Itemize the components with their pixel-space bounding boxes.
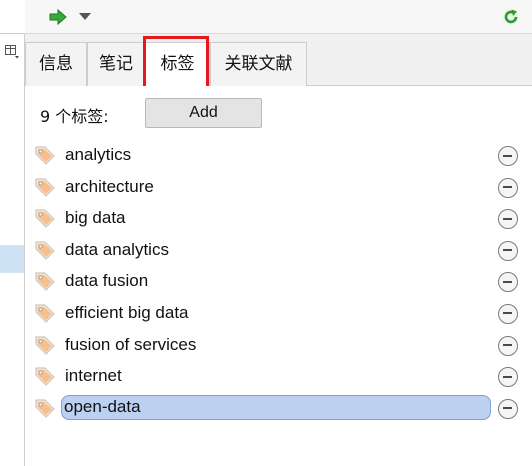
tag-row[interactable]: architecture <box>25 172 532 204</box>
tab-info[interactable]: 信息 <box>25 42 87 86</box>
tag-icon <box>35 146 55 165</box>
tag-icon <box>35 399 55 418</box>
tag-row[interactable]: fusion of services <box>25 330 532 362</box>
column-picker-icon[interactable] <box>5 45 20 59</box>
tab-notes[interactable]: 笔记 <box>87 42 145 86</box>
item-pane-tabs: 信息 笔记 标签 关联文献 <box>25 34 532 87</box>
remove-tag-icon[interactable] <box>498 146 518 166</box>
tab-related[interactable]: 关联文献 <box>210 42 307 86</box>
remove-tag-icon[interactable] <box>498 303 518 324</box>
tag-row[interactable]: data fusion <box>25 266 532 298</box>
remove-tag-icon[interactable] <box>498 367 518 388</box>
tag-row[interactable]: open-data <box>25 393 532 425</box>
tab-tags[interactable]: 标签 <box>145 42 210 87</box>
remove-tag-icon[interactable] <box>498 335 518 356</box>
add-tag-button[interactable]: Add <box>145 98 262 128</box>
green-arrow-right-icon[interactable] <box>49 9 67 25</box>
tag-list: analytics architecture big data data analyt… <box>25 140 532 424</box>
green-refresh-icon[interactable] <box>502 8 520 26</box>
tag-name: efficient big data <box>65 302 189 322</box>
tag-icon <box>35 272 55 292</box>
chevron-down-icon[interactable] <box>79 13 91 21</box>
tag-row[interactable]: efficient big data <box>25 298 532 330</box>
tag-row[interactable]: internet <box>25 361 532 393</box>
tag-icon <box>35 304 55 323</box>
tag-name: data analytics <box>65 239 169 259</box>
tag-name-input[interactable]: open-data <box>61 394 491 420</box>
tag-row[interactable]: big data <box>25 203 532 235</box>
tag-row[interactable]: analytics <box>25 140 532 172</box>
tag-name: data fusion <box>65 271 149 291</box>
tags-panel: 9 个标签: Add analytics architecture big data… <box>25 86 532 466</box>
remove-tag-icon[interactable] <box>498 177 518 198</box>
tag-icon <box>35 335 55 355</box>
tag-row[interactable]: data analytics <box>25 235 532 267</box>
left-pane-header <box>0 0 25 34</box>
tag-name: analytics <box>65 145 132 164</box>
tag-count-label: 9 个标签: <box>40 107 109 126</box>
tag-name: fusion of services <box>65 334 197 354</box>
remove-tag-icon[interactable] <box>498 240 518 261</box>
tag-icon <box>35 367 55 387</box>
remove-tag-icon[interactable] <box>498 209 518 230</box>
remove-tag-icon[interactable] <box>498 272 518 293</box>
tag-name: architecture <box>65 176 154 196</box>
item-toolbar <box>25 0 532 34</box>
left-pane <box>0 0 25 466</box>
selected-row-highlight <box>0 245 24 273</box>
tag-name: big data <box>65 208 126 228</box>
remove-tag-icon[interactable] <box>498 398 518 419</box>
tag-name: internet <box>65 366 122 386</box>
tag-icon <box>35 177 55 197</box>
tag-icon <box>35 241 55 260</box>
tag-icon <box>35 209 55 229</box>
